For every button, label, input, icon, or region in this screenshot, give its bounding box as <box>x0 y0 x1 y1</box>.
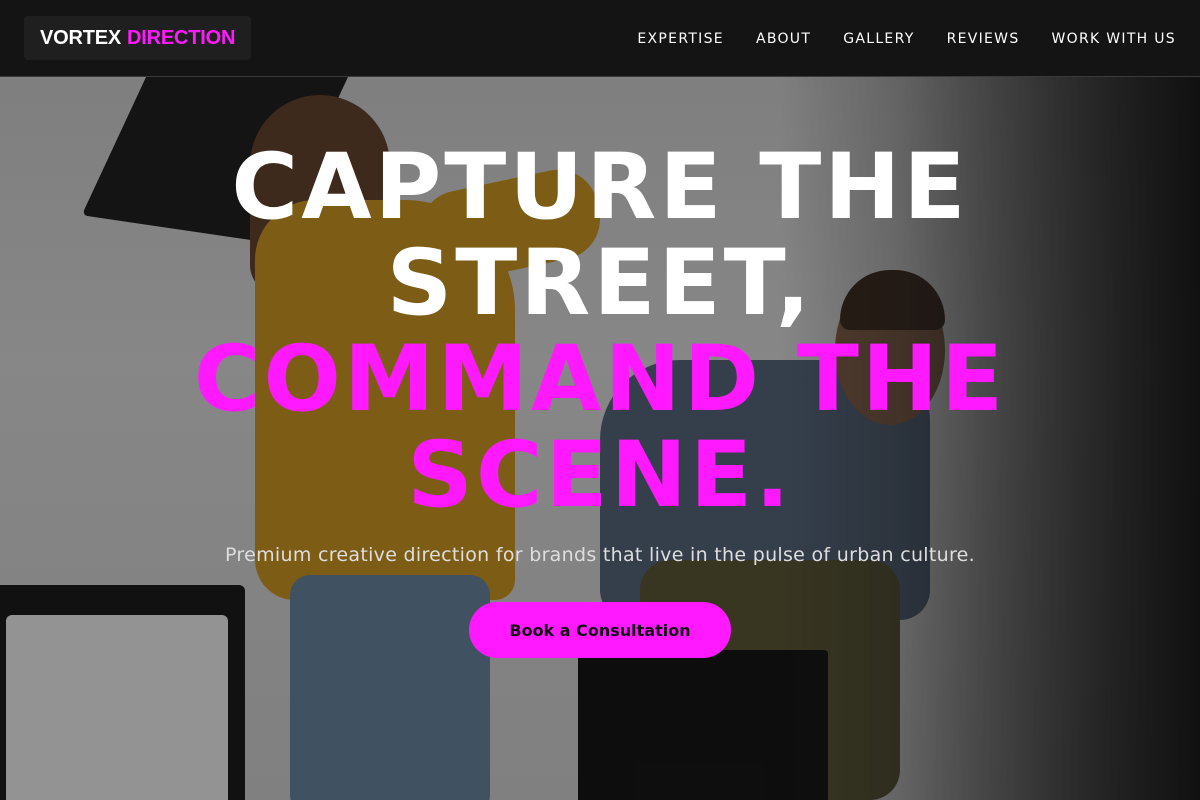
book-consultation-button[interactable]: Book a Consultation <box>469 602 731 658</box>
nav-item-about[interactable]: ABOUT <box>756 31 811 47</box>
brand-name-primary: VORTEX <box>40 26 122 49</box>
nav-item-expertise[interactable]: EXPERTISE <box>637 31 724 47</box>
hero-headline: CAPTURE THE STREET, COMMAND THE SCENE. <box>0 140 1200 524</box>
headline-line-1: CAPTURE THE <box>231 135 969 240</box>
brand-logo[interactable]: VORTEX DIRECTION <box>24 16 252 60</box>
top-navigation-bar: VORTEX DIRECTION EXPERTISE ABOUT GALLERY… <box>0 0 1200 77</box>
headline-line-3: COMMAND THE <box>193 327 1007 432</box>
headline-line-4: SCENE. <box>407 423 793 528</box>
hero-subheadline: Premium creative direction for brands th… <box>224 544 975 566</box>
nav-item-work-with-us[interactable]: WORK WITH US <box>1052 31 1176 47</box>
nav-item-reviews[interactable]: REVIEWS <box>947 31 1020 47</box>
brand-name-accent: DIRECTION <box>127 26 236 49</box>
hero-section: CAPTURE THE STREET, COMMAND THE SCENE. <box>0 140 1200 524</box>
main-nav: EXPERTISE ABOUT GALLERY REVIEWS WORK WIT… <box>637 0 1176 77</box>
headline-line-2: STREET, <box>386 231 814 336</box>
nav-item-gallery[interactable]: GALLERY <box>843 31 914 47</box>
